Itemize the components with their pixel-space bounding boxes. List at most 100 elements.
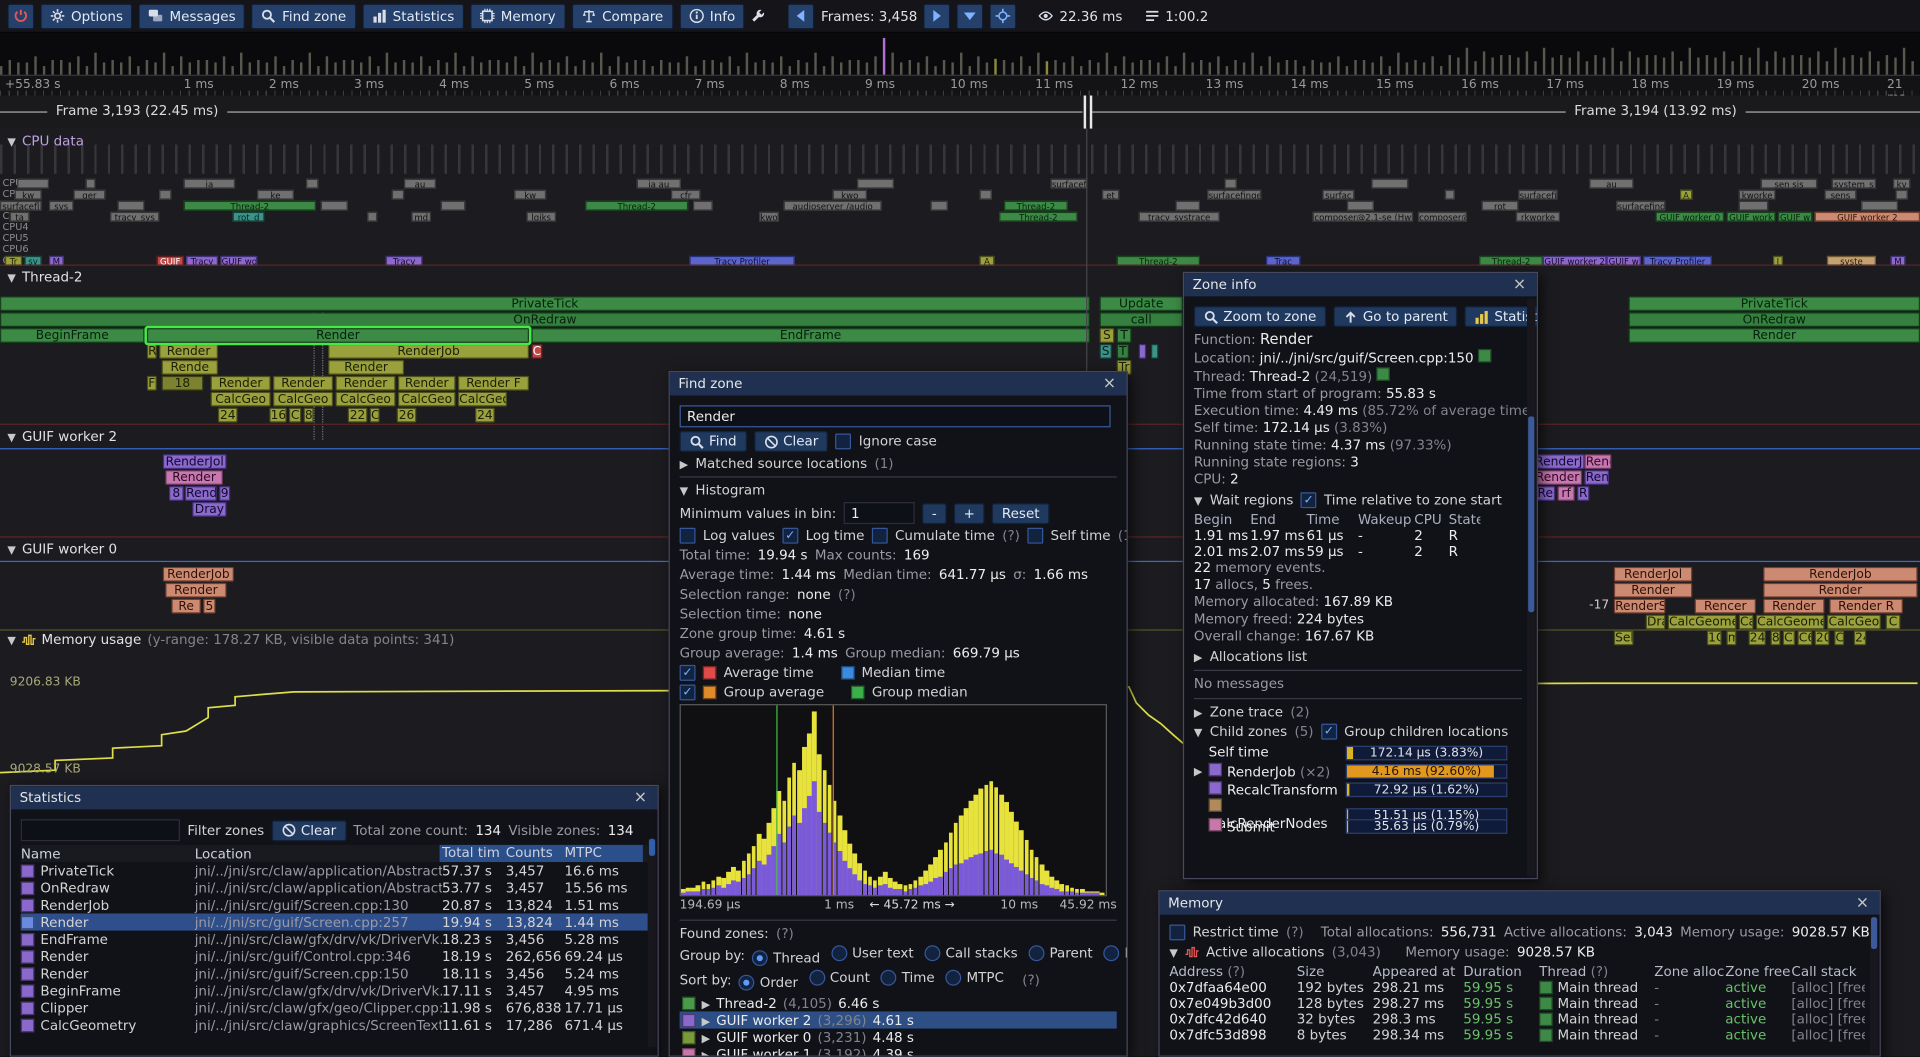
frame-bar[interactable]: [523, 66, 525, 75]
frame-bar[interactable]: [120, 63, 122, 75]
frame-bar[interactable]: [77, 56, 79, 74]
frame-bar[interactable]: [360, 63, 362, 75]
group-by-option[interactable]: Call stacks: [925, 945, 1018, 961]
timeline-zone[interactable]: RenderJob: [1763, 567, 1917, 582]
timeline-zone[interactable]: Render: [1533, 470, 1582, 485]
timeline-zone[interactable]: RenderJ: [1533, 454, 1584, 469]
toolbar-button-info[interactable]: Info: [679, 3, 745, 29]
frame-bar[interactable]: [1346, 66, 1348, 75]
timeline-zone[interactable]: [1139, 344, 1146, 359]
frame-bar[interactable]: [1689, 48, 1691, 74]
frame-bar[interactable]: [34, 56, 36, 74]
timeline-zone[interactable]: C6: [1798, 631, 1813, 646]
cpu-zone[interactable]: ta: [10, 212, 30, 222]
frame-bar[interactable]: [1757, 48, 1759, 74]
scrollbar[interactable]: [1527, 299, 1536, 877]
frame-bar[interactable]: [471, 56, 473, 74]
frame-dropdown-button[interactable]: [957, 3, 984, 29]
toolbar-button-statistics[interactable]: Statistics: [362, 3, 464, 29]
frame-bar[interactable]: [1671, 51, 1673, 74]
timeline-zone[interactable]: T: [1117, 328, 1132, 343]
timeline-zone[interactable]: Dra: [1646, 615, 1666, 630]
cpu-zone[interactable]: [1445, 190, 1455, 200]
frame-bar[interactable]: [1149, 60, 1151, 75]
table-row[interactable]: Clipperjni/../jni/src/claw/gfx/geo/Clipp…: [21, 999, 648, 1016]
frame-bar[interactable]: [111, 60, 113, 75]
cpu-zone[interactable]: GUIF w: [1778, 212, 1812, 222]
timeline-zone[interactable]: rf: [1558, 486, 1575, 501]
frame-bar[interactable]: [1003, 60, 1005, 75]
timeline-zone[interactable]: R: [1577, 486, 1589, 501]
cpu-zone[interactable]: sen sis: [1761, 179, 1817, 189]
frame-bar[interactable]: [240, 53, 242, 75]
frame-bar[interactable]: [43, 66, 45, 75]
frame-bar[interactable]: [900, 63, 902, 75]
legend-checkbox[interactable]: [680, 684, 696, 700]
timeline-zone[interactable]: Rend: [185, 486, 217, 501]
min-bin-increase-button[interactable]: +: [954, 503, 985, 524]
frame-bar[interactable]: [1783, 58, 1785, 75]
timeline-zone[interactable]: PrivateTick: [0, 296, 1090, 311]
timeline-zone[interactable]: Render: [165, 470, 223, 485]
timeline-zone[interactable]: Render: [273, 376, 333, 391]
cpu-zone[interactable]: system_s: [1832, 179, 1876, 189]
zone-group-row[interactable]: Thread-2(4,105)6.46 s: [680, 994, 1117, 1011]
frame-bar[interactable]: [1706, 55, 1708, 75]
frame-bar[interactable]: [1123, 56, 1125, 74]
cpu-zone[interactable]: composer@2.1-se (Hw: [1313, 212, 1413, 222]
timeline-zone[interactable]: BeginFrame: [0, 328, 144, 343]
timeline-zone[interactable]: RenderJob: [328, 344, 529, 359]
timeline-zone[interactable]: 16: [269, 408, 286, 423]
frame-bar[interactable]: [1423, 63, 1425, 75]
frame-bar[interactable]: [1577, 51, 1579, 74]
timeline-zone[interactable]: Render F: [458, 376, 529, 391]
child-zones-header[interactable]: Child zones (5) Group children locations: [1194, 724, 1522, 740]
statistics-titlebar[interactable]: Statistics: [11, 786, 658, 809]
timeline-zone[interactable]: RenderS: [1614, 599, 1665, 614]
timeline-zone[interactable]: m: [1727, 631, 1737, 646]
cpu-zone[interactable]: GUIF work: [1727, 212, 1776, 222]
frame-bar[interactable]: [411, 63, 413, 75]
timeline-zone[interactable]: S: [1100, 344, 1112, 359]
cpu-zone[interactable]: [1347, 201, 1374, 211]
cpu-zone[interactable]: rot_d: [233, 212, 265, 222]
frame-bar[interactable]: [771, 63, 773, 75]
histogram-plot[interactable]: [680, 704, 1107, 896]
cumulate-time-checkbox[interactable]: [872, 528, 888, 544]
toolbar-button-find-zone[interactable]: Find zone: [252, 3, 356, 29]
frame-bar[interactable]: [960, 53, 962, 75]
timeline-zone[interactable]: R: [147, 344, 157, 359]
timeline-zone[interactable]: Re: [1536, 486, 1556, 501]
frame-bar[interactable]: [429, 66, 431, 75]
close-icon[interactable]: [632, 789, 649, 807]
child-zone-row[interactable]: CalcRenderNodes 51.51 μs (1.15%): [1194, 798, 1522, 816]
group-by-option[interactable]: User text: [831, 945, 913, 961]
timeline-zone[interactable]: Dray: [192, 502, 226, 517]
frame-bar[interactable]: [763, 60, 765, 75]
cpu-zone[interactable]: [931, 201, 948, 211]
frame-bar[interactable]: [969, 66, 971, 75]
frame-bar[interactable]: [891, 53, 893, 75]
frame-bar[interactable]: [0, 66, 2, 75]
frame-bar[interactable]: [283, 66, 285, 75]
table-row[interactable]: Renderjni/../jni/src/guif/Control.cpp:34…: [21, 948, 648, 965]
child-zone-row[interactable]: Submit 35.63 μs (0.79%): [1194, 817, 1522, 835]
timeline-zone[interactable]: 8: [1771, 631, 1781, 646]
frame-bar[interactable]: [1011, 63, 1013, 75]
timeline-zone[interactable]: EndFrame: [531, 328, 1089, 343]
timeline-zone[interactable]: Render: [1614, 583, 1692, 598]
cpu-zone[interactable]: surfac: [1322, 190, 1354, 200]
cpu-zone[interactable]: A: [1680, 190, 1692, 200]
frame-bar[interactable]: [1449, 55, 1451, 75]
frame-bar[interactable]: [591, 63, 593, 75]
frame-label-left[interactable]: Frame 3,193 (22.45 ms): [47, 103, 227, 119]
frame-bar[interactable]: [1294, 60, 1296, 75]
timeline-zone[interactable]: 8: [169, 486, 184, 501]
timeline-zone[interactable]: CalcGeo: [458, 392, 507, 407]
group-children-checkbox[interactable]: [1321, 724, 1337, 740]
column-header[interactable]: Thread (?): [1539, 964, 1654, 980]
frame-bar[interactable]: [574, 66, 576, 75]
close-icon[interactable]: [1511, 276, 1528, 294]
cpu-zone[interactable]: composer@: [1418, 212, 1467, 222]
allocation-row[interactable]: 0x7dfc42d64032 bytes298.3 ms59.95 sMain …: [1169, 1011, 1869, 1027]
